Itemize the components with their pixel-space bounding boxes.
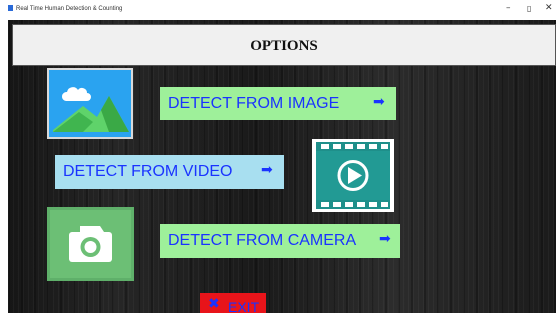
window-title: Real Time Human Detection & Counting: [8, 5, 122, 12]
image-icon[interactable]: [47, 68, 133, 139]
detect-from-camera-label: DETECT FROM CAMERA: [168, 232, 357, 249]
main-panel: OPTIONS DETECT FROM IMAGE ➡ DETECT FROM …: [8, 20, 556, 313]
arrow-right-icon: ➡: [261, 162, 273, 178]
close-window-button[interactable]: ✕: [545, 3, 553, 13]
arrow-right-icon: ➡: [373, 94, 385, 110]
detect-from-image-button[interactable]: DETECT FROM IMAGE ➡: [160, 87, 396, 120]
close-icon: ✖: [208, 296, 220, 312]
header-bar: OPTIONS: [12, 24, 556, 66]
detect-from-camera-button[interactable]: DETECT FROM CAMERA ➡: [160, 224, 400, 258]
maximize-button[interactable]: ▯: [527, 4, 531, 13]
window-title-text: Real Time Human Detection & Counting: [16, 6, 123, 12]
camera-icon[interactable]: [47, 207, 134, 281]
page-title: OPTIONS: [250, 38, 318, 54]
detect-from-image-label: DETECT FROM IMAGE: [168, 95, 340, 112]
detect-from-video-button[interactable]: DETECT FROM VIDEO ➡: [55, 155, 284, 189]
arrow-right-icon: ➡: [379, 231, 391, 247]
window-titlebar: Real Time Human Detection & Counting – ▯…: [0, 0, 556, 20]
exit-label: EXIT: [228, 299, 260, 313]
video-play-icon-graphic: [316, 142, 390, 209]
video-play-icon[interactable]: [312, 139, 394, 212]
camera-icon-graphic: [50, 210, 131, 278]
app-icon: [8, 5, 13, 11]
exit-button[interactable]: ✖ EXIT: [200, 293, 266, 313]
minimize-button[interactable]: –: [506, 3, 511, 13]
image-icon-graphic: [49, 70, 131, 137]
detect-from-video-label: DETECT FROM VIDEO: [63, 163, 233, 180]
